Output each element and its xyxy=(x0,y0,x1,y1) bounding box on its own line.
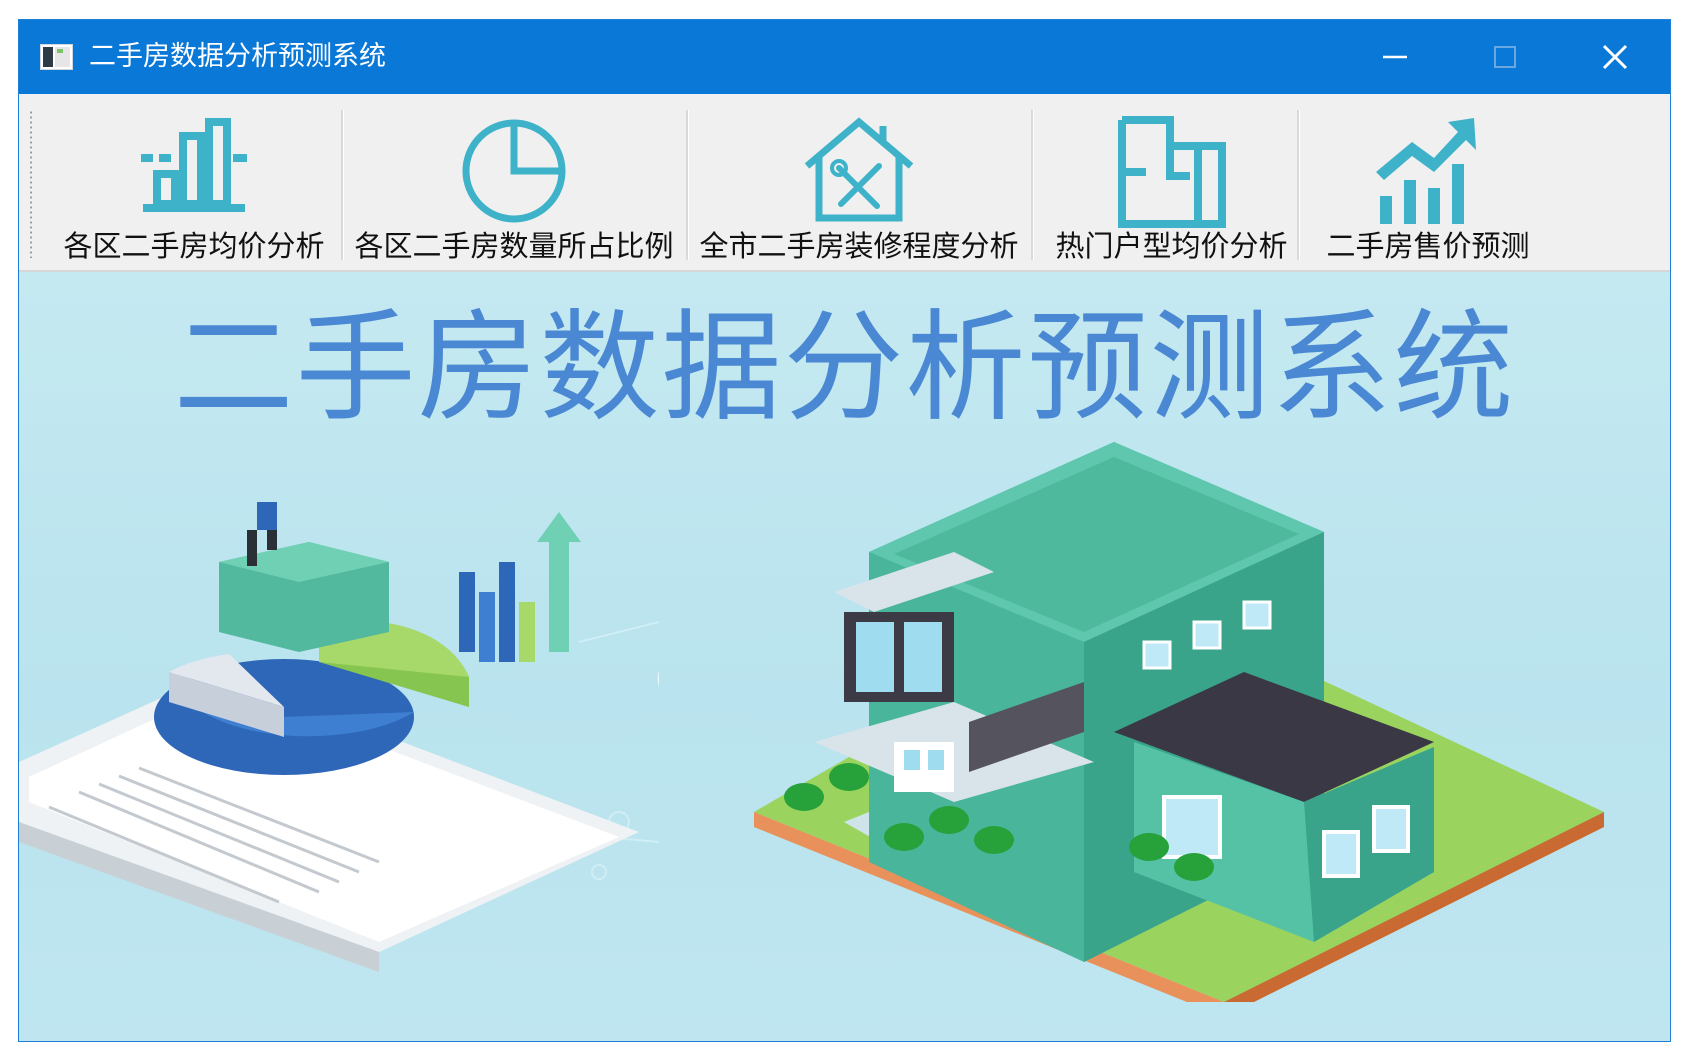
maximize-icon xyxy=(1494,46,1516,68)
toolbar-separator xyxy=(1031,110,1034,260)
toolbar-separator xyxy=(341,110,344,260)
toolbar-item-district-avg-price[interactable]: 各区二手房均价分析 xyxy=(49,100,339,266)
toolbar: 各区二手房均价分析 各区二手房数量所占比例 全市二手房装修程度分析 热门户型均价… xyxy=(19,94,1670,272)
bar-chart-icon xyxy=(141,118,247,212)
window-title: 二手房数据分析预测系统 xyxy=(89,41,386,72)
house-illustration xyxy=(754,442,1604,1002)
app-icon xyxy=(40,44,73,70)
toolbar-item-label: 各区二手房数量所占比例 xyxy=(354,229,674,263)
minimize-button[interactable] xyxy=(1340,20,1450,94)
toolbar-item-label: 各区二手房均价分析 xyxy=(63,229,325,263)
toolbar-separator xyxy=(1297,110,1300,260)
toolbar-item-district-count-ratio[interactable]: 各区二手房数量所占比例 xyxy=(349,100,679,266)
close-icon xyxy=(1602,44,1628,70)
toolbar-separator xyxy=(686,110,689,260)
maximize-button[interactable] xyxy=(1450,20,1560,94)
toolbar-item-label: 全市二手房装修程度分析 xyxy=(699,229,1019,263)
banner-title: 二手房数据分析预测系统 xyxy=(173,299,1516,438)
close-button[interactable] xyxy=(1560,20,1670,94)
pie-chart-icon xyxy=(462,119,566,223)
house-tools-icon xyxy=(804,117,914,222)
toolbar-item-price-prediction[interactable]: 二手房售价预测 xyxy=(1305,100,1551,266)
minimize-icon xyxy=(1383,55,1407,59)
trend-up-icon xyxy=(1376,118,1476,224)
toolbar-item-label: 热门户型均价分析 xyxy=(1055,229,1288,263)
toolbar-item-label: 二手房售价预测 xyxy=(1326,229,1530,263)
toolbar-item-popular-layout-price[interactable]: 热门户型均价分析 xyxy=(1039,100,1304,266)
main-banner: 二手房数据分析预测系统 xyxy=(19,272,1670,1041)
floor-plan-icon xyxy=(1117,116,1226,228)
toolbar-grip[interactable] xyxy=(29,110,33,258)
title-bar[interactable]: 二手房数据分析预测系统 xyxy=(19,20,1670,94)
app-window: 二手房数据分析预测系统 各区二手房均价分析 各区二手房数量所占比例 全市二手房装… xyxy=(18,19,1671,1042)
toolbar-item-decoration-level[interactable]: 全市二手房装修程度分析 xyxy=(694,100,1024,266)
data-analysis-illustration xyxy=(19,502,659,972)
